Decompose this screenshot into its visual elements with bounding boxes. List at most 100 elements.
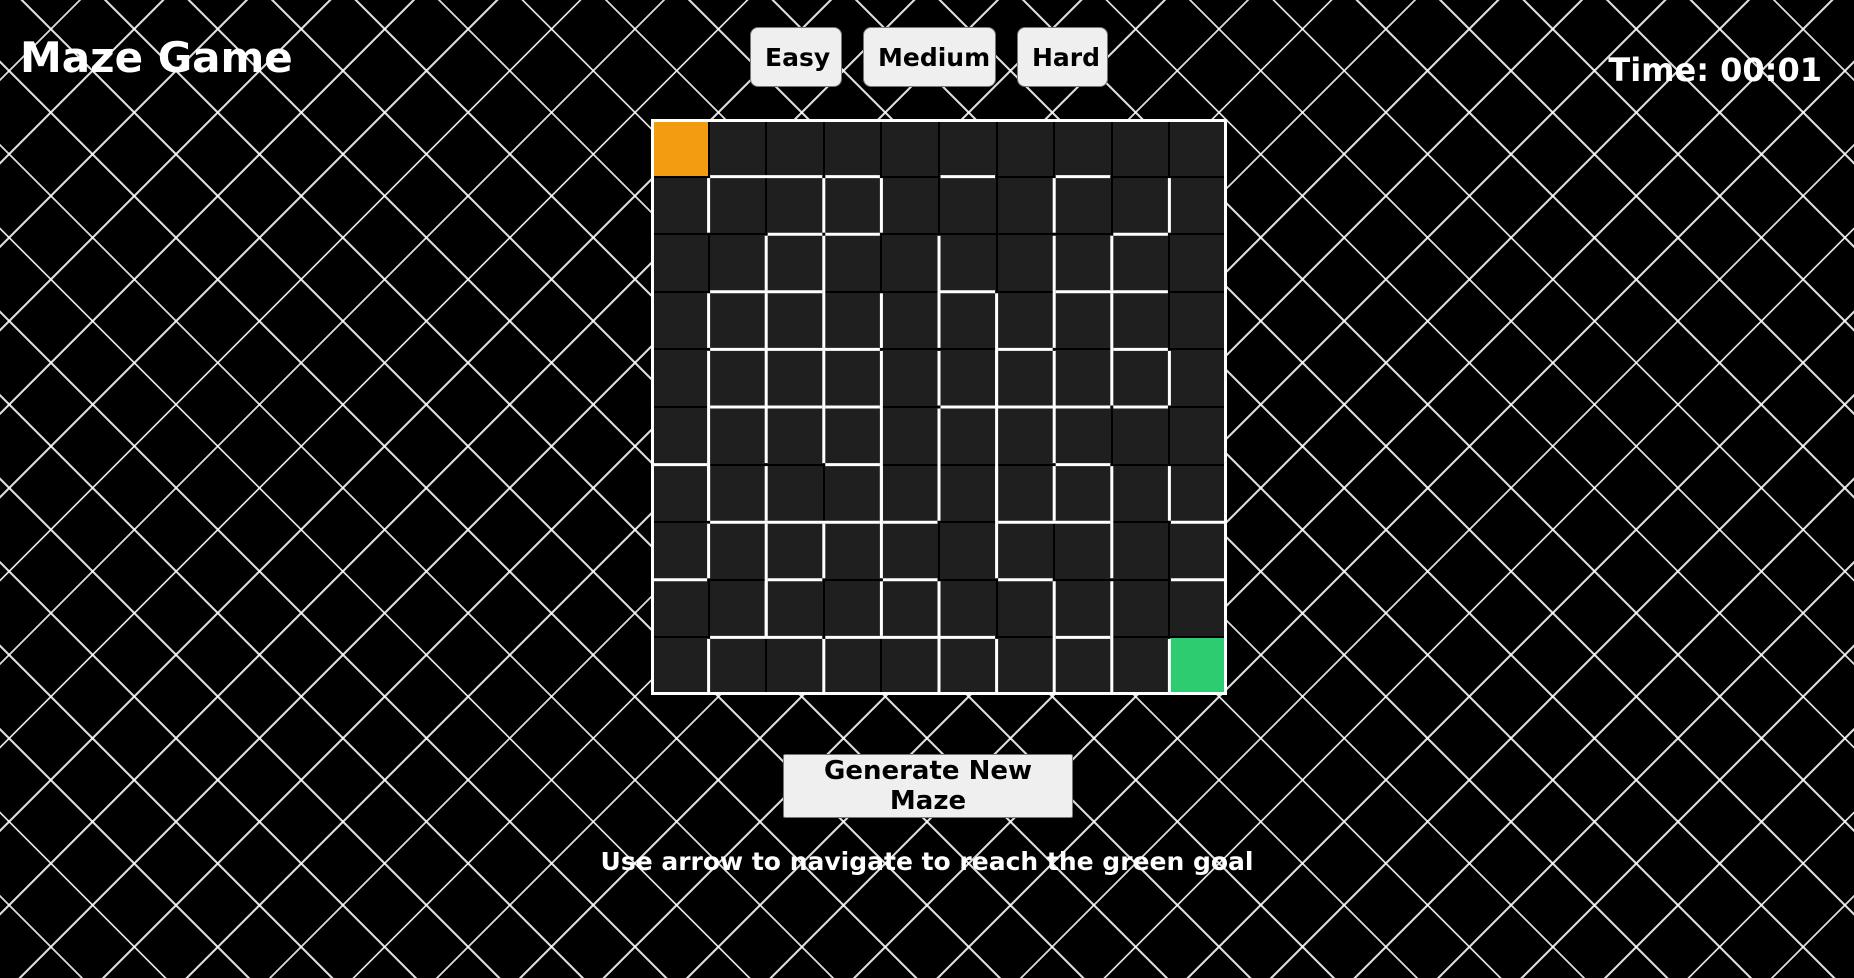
maze-cell [708,349,767,407]
maze-cell [766,637,824,695]
maze-cell [708,119,767,177]
easy-button[interactable]: Easy [750,27,842,87]
maze-cell [1169,579,1227,638]
maze-cell [1054,406,1112,465]
maze-cell [881,637,939,695]
maze-cell [651,406,709,465]
maze-cell [823,291,882,350]
maze-cell [708,464,767,523]
maze-cell [708,406,767,465]
maze-cell [881,464,939,523]
maze-cell [1169,234,1227,292]
generate-maze-button[interactable]: Generate New Maze [783,754,1073,818]
maze-cell [708,522,767,580]
maze-cell [1054,579,1112,638]
maze-cell [881,234,939,292]
maze-cell [996,637,1055,695]
maze-cell [823,579,882,638]
goal-cell [1169,637,1227,695]
maze-cell [938,119,997,177]
maze-cell [1111,176,1170,235]
maze-cell [881,291,939,350]
instructions-text: Use arrow to navigate to reach the green… [600,847,1254,876]
maze-cell [996,291,1055,350]
maze-cell [938,464,997,523]
maze-cell [881,579,939,638]
maze-cell [881,406,939,465]
page-title: Maze Game [20,33,293,82]
maze-cell [766,464,824,523]
maze-cell [766,119,824,177]
maze-cell [996,522,1055,580]
maze-cell [1054,119,1112,177]
maze-cell [938,637,997,695]
maze-cell [938,579,997,638]
maze-cell [1054,291,1112,350]
maze-cell [881,119,939,177]
maze-cell [766,291,824,350]
maze-cell [651,176,709,235]
maze-cell [651,637,709,695]
maze-cell [938,406,997,465]
maze-cell [823,522,882,580]
maze-cell [996,349,1055,407]
maze-cell [938,234,997,292]
maze-cell [708,291,767,350]
maze-cell [996,234,1055,292]
hard-button[interactable]: Hard [1017,27,1108,87]
maze-cell [996,176,1055,235]
maze-cell [651,522,709,580]
maze-cell [1169,291,1227,350]
maze-cell [996,579,1055,638]
maze-cell [823,119,882,177]
maze-cell [651,464,709,523]
maze-cell [651,349,709,407]
maze-cell [996,119,1055,177]
maze-cell [1054,234,1112,292]
maze-cell [823,406,882,465]
maze-cell [938,522,997,580]
maze-cell [766,406,824,465]
maze-cell [708,234,767,292]
maze-cell [1111,349,1170,407]
maze-cell [1169,119,1227,177]
maze-cell [1111,522,1170,580]
maze-cell [1054,522,1112,580]
maze-cell [1111,119,1170,177]
maze-cell [708,579,767,638]
maze-cell [1111,234,1170,292]
maze-cell [1169,464,1227,523]
maze-cell [881,176,939,235]
maze-cell [823,349,882,407]
maze-cell [1111,579,1170,638]
maze-cell [708,176,767,235]
maze-cell [766,522,824,580]
maze-cell [766,176,824,235]
maze-cell [651,291,709,350]
difficulty-selector: Easy Medium Hard [750,27,1108,87]
maze-cell [996,406,1055,465]
maze-cell [1054,349,1112,407]
maze-cell [881,522,939,580]
maze-cell [766,349,824,407]
maze-cell [651,579,709,638]
medium-button[interactable]: Medium [863,27,996,87]
maze-cell [1169,406,1227,465]
maze-cell [823,234,882,292]
maze-cell [651,234,709,292]
timer: Time: 00:01 [1608,51,1822,89]
maze-cell [938,349,997,407]
maze-grid [651,119,1227,695]
maze-cell [1111,406,1170,465]
maze-cell [1169,349,1227,407]
maze-cell [1111,291,1170,350]
maze-cell [938,176,997,235]
maze-cell [766,579,824,638]
maze-cell [1054,176,1112,235]
player-marker [651,119,709,177]
maze-cell [881,349,939,407]
maze-cell [1111,464,1170,523]
maze-cell [823,637,882,695]
maze-cell [938,291,997,350]
maze-cell [823,464,882,523]
